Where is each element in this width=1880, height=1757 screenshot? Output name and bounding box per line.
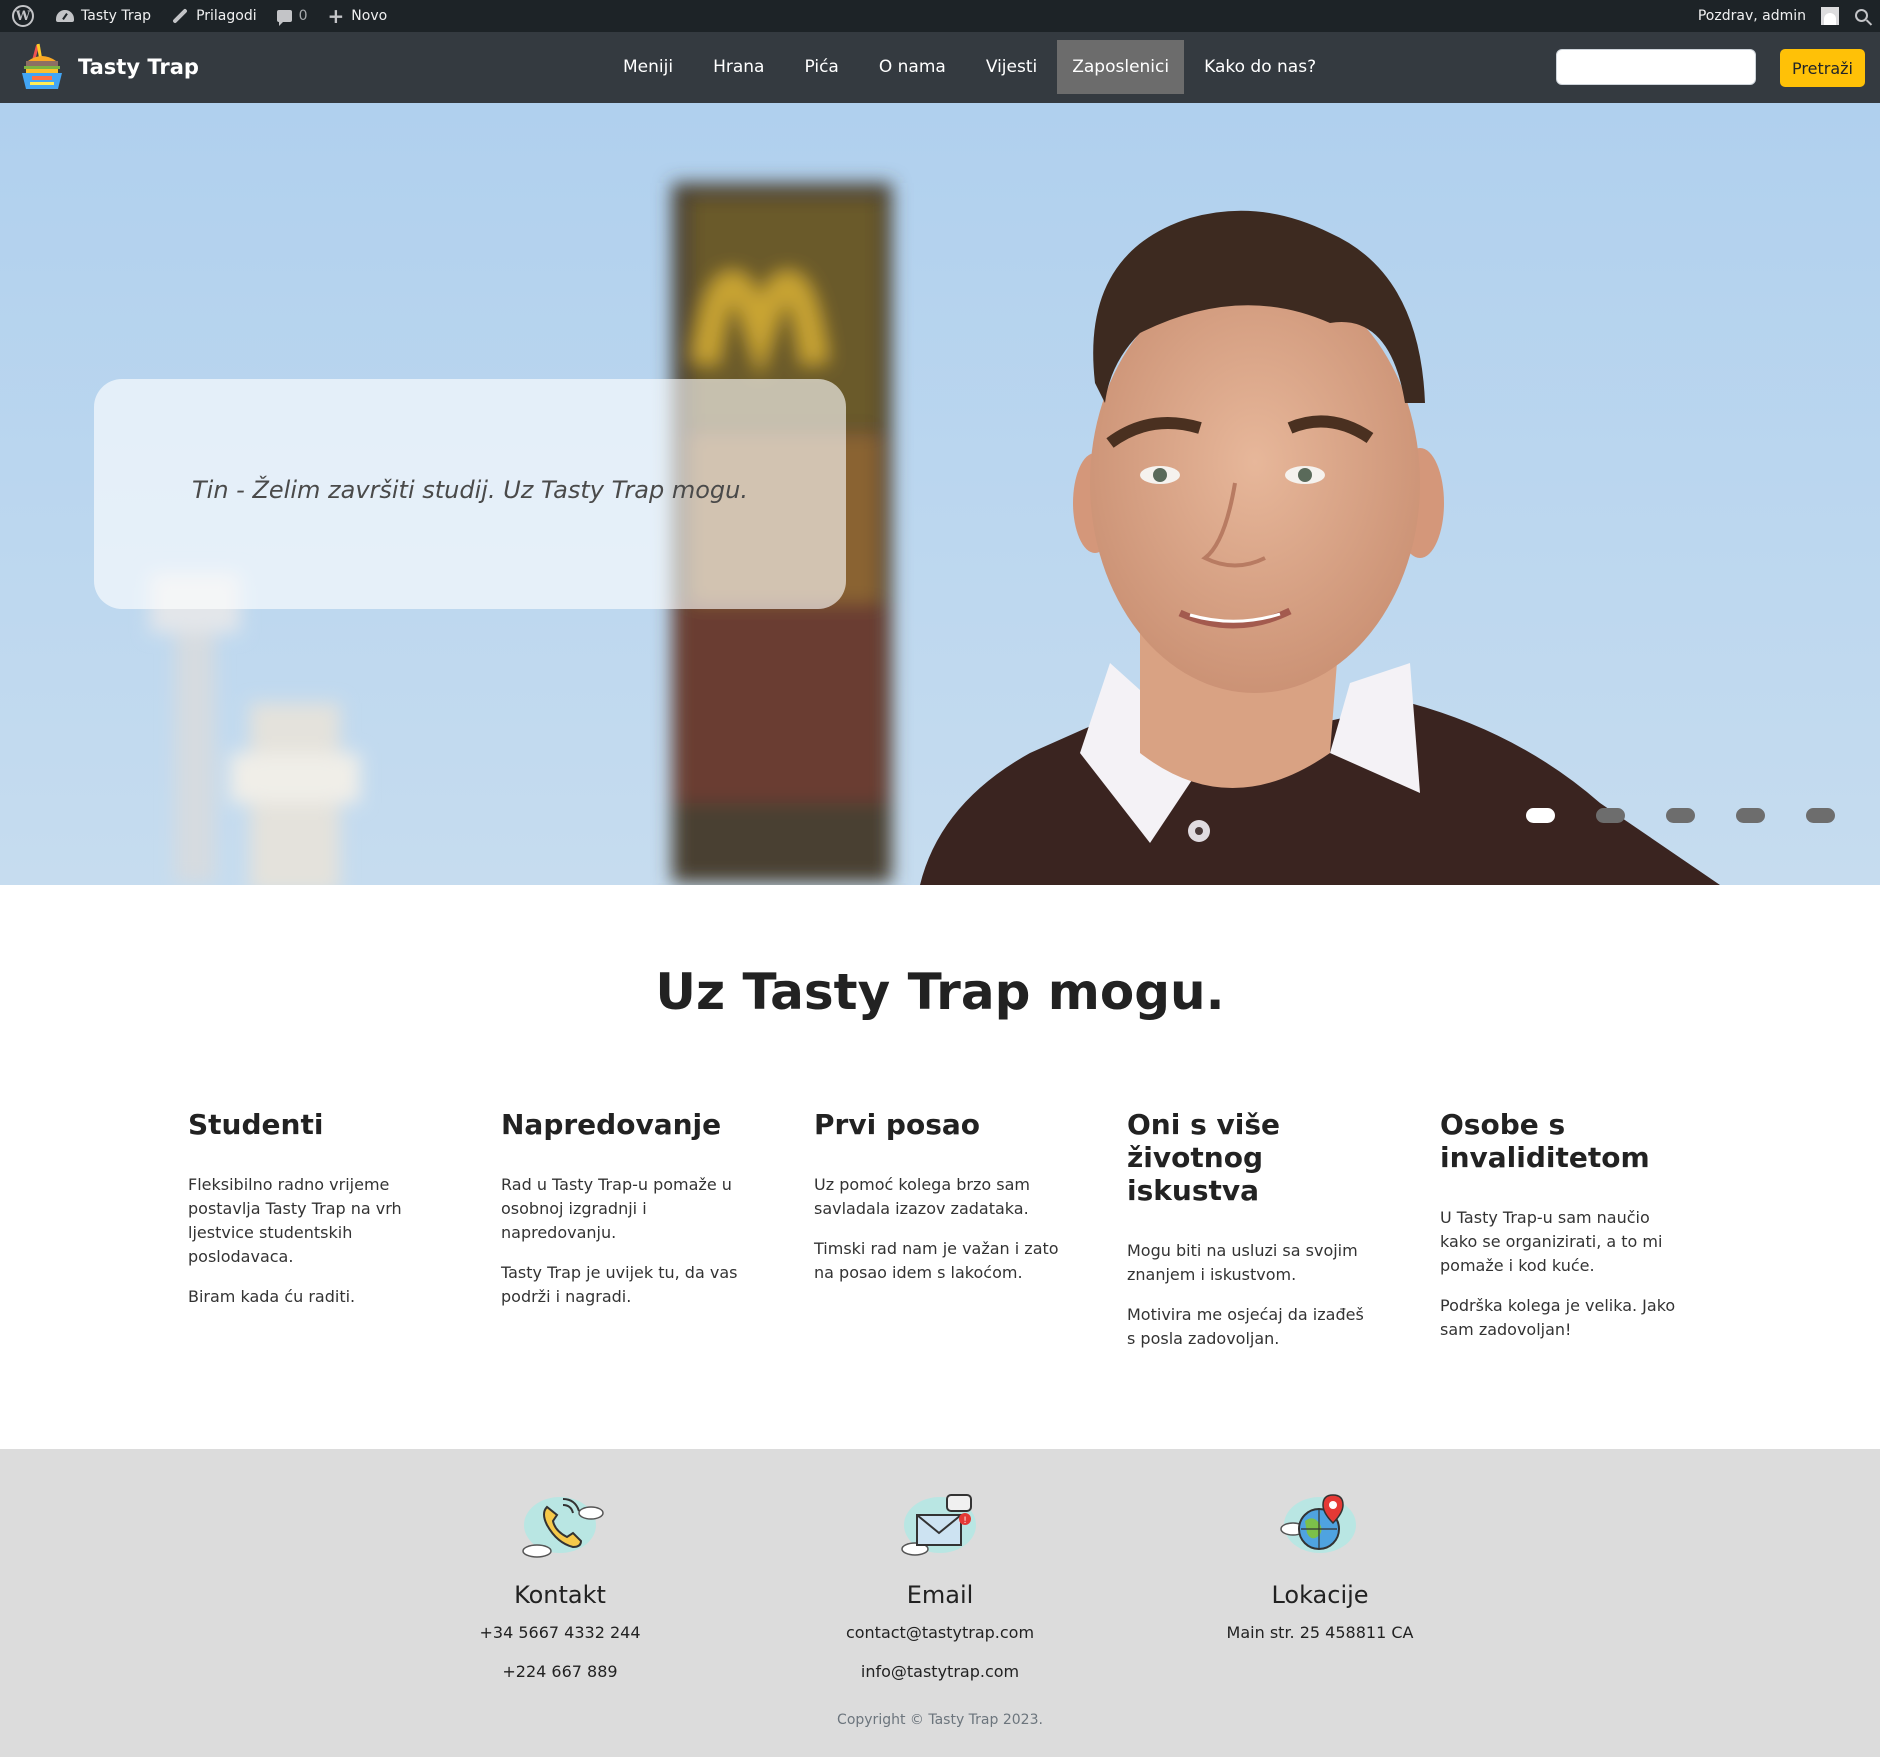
customize-link[interactable]: Prilagodi <box>161 0 267 32</box>
carousel-indicator-3[interactable] <box>1666 808 1695 823</box>
feature-text: Timski rad nam je važan i zato na posao … <box>814 1239 1059 1282</box>
nav-item-kako-do-nas[interactable]: Kako do nas? <box>1184 40 1336 94</box>
carousel-indicator-1[interactable] <box>1526 808 1555 823</box>
footer-contact: Kontakt +34 5667 4332 244 +224 667 889 <box>440 1485 680 1681</box>
globe-pin-icon <box>1280 1494 1356 1553</box>
email-link[interactable]: info@tastytrap.com <box>820 1662 1060 1681</box>
hero-carousel: Tin - Želim završiti studij. Uz Tasty Tr… <box>0 103 1880 885</box>
feature-prvi-posao: Prvi posao Uz pomoć kolega brzo sam savl… <box>814 1108 1064 1367</box>
feature-title: Osobe s invaliditetom <box>1440 1108 1650 1174</box>
phone-link[interactable]: +224 667 889 <box>440 1662 680 1681</box>
carousel-caption: Tin - Želim završiti studij. Uz Tasty Tr… <box>94 379 846 609</box>
carousel-indicator-4[interactable] <box>1736 808 1765 823</box>
account-menu[interactable]: Pozdrav, admin <box>1688 0 1843 32</box>
carousel-indicator-5[interactable] <box>1806 808 1835 823</box>
feature-text: U Tasty Trap-u sam naučio kako se organi… <box>1440 1208 1663 1275</box>
comments-count: 0 <box>298 8 308 24</box>
new-content-link[interactable]: + Novo <box>318 0 398 32</box>
main-navbar: Tasty Trap Meniji Hrana Pića O nama Vije… <box>0 32 1880 103</box>
comments-link[interactable]: 0 <box>267 0 318 32</box>
nav-item-hrana[interactable]: Hrana <box>693 40 784 94</box>
feature-text: Tasty Trap je uvijek tu, da vas podrži i… <box>501 1263 738 1306</box>
footer-locations: Lokacije Main str. 25 458811 CA <box>1200 1485 1440 1642</box>
feature-text: Rad u Tasty Trap-u pomaže u osobnoj izgr… <box>501 1175 732 1242</box>
nav-item-vijesti[interactable]: Vijesti <box>966 40 1057 94</box>
copyright-text: Copyright © Tasty Trap 2023. <box>837 1712 1043 1728</box>
footer-contact-title: Kontakt <box>514 1581 606 1609</box>
features-row: Studenti Fleksibilno radno vrijeme posta… <box>188 1108 1690 1367</box>
feature-text: Uz pomoć kolega brzo sam savladala izazo… <box>814 1175 1030 1218</box>
wordpress-menu[interactable]: W <box>0 0 46 32</box>
feature-text: Fleksibilno radno vrijeme postavlja Tast… <box>188 1175 402 1266</box>
address-text: Main str. 25 458811 CA <box>1226 1623 1414 1642</box>
feature-text: Biram kada ću raditi. <box>188 1287 356 1306</box>
search-icon[interactable] <box>1855 8 1868 22</box>
feature-title: Studenti <box>188 1108 324 1141</box>
nav-item-meniji[interactable]: Meniji <box>603 40 693 94</box>
feature-text: Mogu biti na usluzi sa svojim znanjem i … <box>1127 1241 1358 1284</box>
email-link[interactable]: contact@tastytrap.com <box>820 1623 1060 1642</box>
feature-invaliditet: Osobe s invaliditetom U Tasty Trap-u sam… <box>1440 1108 1690 1367</box>
main-nav: Meniji Hrana Pića O nama Vijesti Zaposle… <box>603 40 1336 94</box>
wordpress-logo-icon: W <box>12 5 34 27</box>
customize-label: Prilagodi <box>196 8 257 24</box>
phone-icon <box>522 1497 604 1558</box>
brush-icon <box>172 8 188 24</box>
feature-title: Oni s više životnog iskustva <box>1127 1108 1281 1207</box>
feature-napredovanje: Napredovanje Rad u Tasty Trap-u pomaže u… <box>501 1108 751 1367</box>
site-name-link[interactable]: Tasty Trap <box>46 0 161 32</box>
feature-text: Podrška kolega je velika. Jako sam zadov… <box>1440 1296 1676 1339</box>
footer-email-title: Email <box>906 1581 974 1609</box>
search-input[interactable] <box>1556 49 1756 85</box>
caption-text: Tin - Želim završiti studij. Uz Tasty Tr… <box>192 476 748 504</box>
envelope-icon: ! <box>901 1494 976 1556</box>
food-logo-icon <box>22 43 62 89</box>
new-label: Novo <box>351 8 388 24</box>
section-title: Uz Tasty Trap mogu. <box>655 963 1225 1021</box>
carousel-indicator-2[interactable] <box>1596 808 1625 823</box>
footer: Kontakt +34 5667 4332 244 +224 667 889 !… <box>0 1449 1880 1757</box>
feature-zivotno-iskustvo: Oni s više životnog iskustva Mogu biti n… <box>1127 1108 1377 1367</box>
svg-text:!: ! <box>963 1516 967 1526</box>
brand-link[interactable]: Tasty Trap <box>20 43 199 91</box>
footer-locations-title: Lokacije <box>1271 1581 1369 1609</box>
site-name-label: Tasty Trap <box>81 8 152 24</box>
greeting-label: Pozdrav, admin <box>1697 8 1806 24</box>
dashboard-icon <box>56 10 74 22</box>
nav-item-zaposlenici[interactable]: Zaposlenici <box>1057 40 1185 94</box>
admin-bar: W Tasty Trap Prilagodi 0 + Novo Pozdrav,… <box>0 0 1880 32</box>
carousel-indicators <box>1526 808 1835 823</box>
nav-item-o-nama[interactable]: O nama <box>859 40 966 94</box>
footer-email: ! Email contact@tastytrap.com info@tasty… <box>820 1485 1060 1681</box>
comment-icon <box>276 10 292 26</box>
feature-studenti: Studenti Fleksibilno radno vrijeme posta… <box>188 1108 438 1367</box>
phone-link[interactable]: +34 5667 4332 244 <box>440 1623 680 1642</box>
search-button[interactable]: Pretraži <box>1780 49 1865 87</box>
feature-text: Motivira me osjećaj da izađeš s posla za… <box>1127 1305 1364 1348</box>
nav-item-pica[interactable]: Pića <box>784 40 858 94</box>
feature-title: Napredovanje <box>501 1108 722 1141</box>
brand-name: Tasty Trap <box>78 55 199 79</box>
plus-icon: + <box>327 4 345 28</box>
avatar <box>1821 7 1839 25</box>
feature-title: Prvi posao <box>814 1108 981 1141</box>
